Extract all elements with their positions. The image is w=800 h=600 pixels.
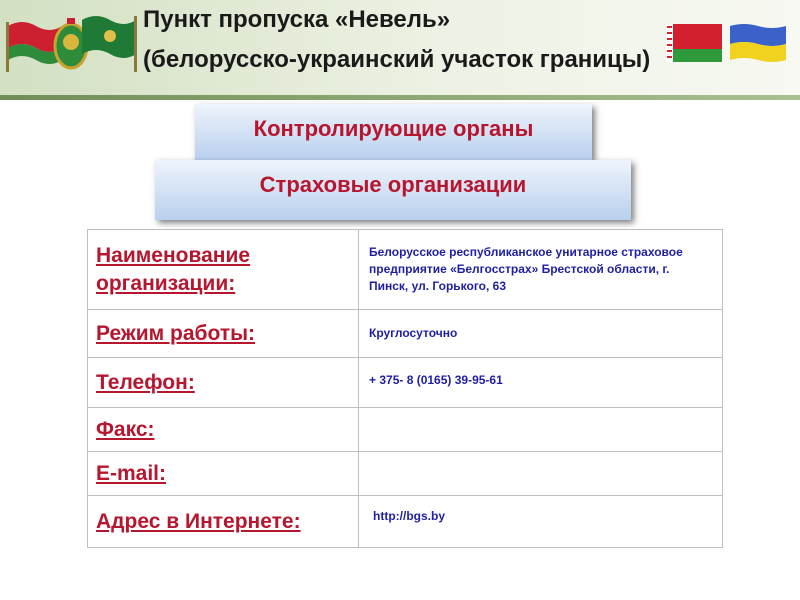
table-row: Адрес в Интернете: http://bgs.by — [87, 495, 723, 548]
row-value: + 375- 8 (0165) 39-95-61 — [358, 357, 723, 408]
table-row: E-mail: — [87, 451, 723, 496]
ukraine-flag-icon — [730, 24, 786, 62]
page-subtitle: (белорусско-украинский участок границы) — [143, 46, 651, 73]
page-title: Пункт пропуска «Невель» — [143, 6, 451, 33]
table-row: Телефон: + 375- 8 (0165) 39-95-61 — [87, 357, 723, 408]
table-row: Наименование организации: Белорусское ре… — [87, 229, 723, 310]
row-value: Круглосуточно — [358, 309, 723, 358]
control-authorities-button[interactable]: Контролирующие органы — [195, 104, 592, 160]
row-label: Телефон: — [87, 357, 359, 408]
belarus-flags-emblem-icon — [6, 16, 137, 72]
row-label: Адрес в Интернете: — [87, 495, 359, 548]
insurance-organizations-button[interactable]: Страховые организации — [155, 160, 631, 220]
website-link[interactable]: http://bgs.by — [358, 495, 723, 548]
insurance-info-table: Наименование организации: Белорусское ре… — [87, 229, 723, 548]
row-label: E-mail: — [87, 451, 359, 496]
header-stripe — [0, 95, 800, 100]
row-value: Белорусское республиканское унитарное ст… — [358, 229, 723, 310]
table-row: Режим работы: Круглосуточно — [87, 309, 723, 358]
table-row: Факс: — [87, 407, 723, 452]
belarus-flag-icon — [666, 24, 722, 62]
row-label: Режим работы: — [87, 309, 359, 358]
row-label: Факс: — [87, 407, 359, 452]
row-value — [358, 451, 723, 496]
row-value — [358, 407, 723, 452]
row-label: Наименование организации: — [87, 229, 359, 310]
